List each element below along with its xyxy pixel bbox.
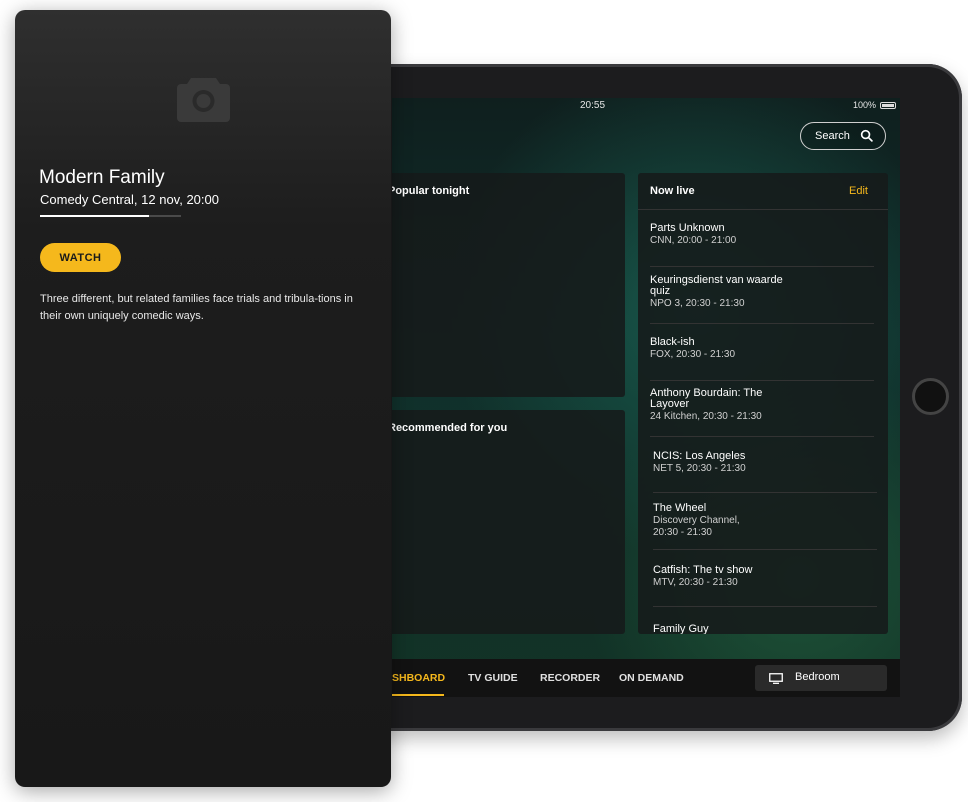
live-item[interactable]: Family Guy [653, 623, 877, 635]
search-icon [860, 129, 873, 142]
program-description: Three different, but related families fa… [40, 293, 353, 322]
live-item[interactable]: Black-ish FOX, 20:30 - 21:30 [650, 337, 874, 381]
live-item[interactable]: Parts Unknown CNN, 20:00 - 21:00 [650, 223, 874, 267]
now-live-title: Now live [650, 185, 695, 197]
live-item-sub: NET 5, 20:30 - 21:30 [653, 463, 746, 474]
battery-label: 100% [852, 100, 876, 110]
live-item[interactable]: Keuringsdienst van waarde quiz NPO 3, 20… [650, 275, 874, 324]
edit-button[interactable]: Edit [849, 185, 868, 197]
tv-icon [769, 673, 783, 684]
battery-icon [880, 101, 896, 109]
live-item[interactable]: NCIS: Los Angeles NET 5, 20:30 - 21:30 [653, 451, 877, 493]
live-item-name: Family Guy [653, 623, 709, 635]
live-item-sub: NPO 3, 20:30 - 21:30 [650, 298, 745, 309]
status-time: 20:55 [580, 100, 606, 111]
live-item-name: NCIS: Los Angeles [653, 450, 746, 462]
watch-button[interactable]: WATCH [40, 243, 121, 272]
tab-dashboard[interactable]: SHBOARD [392, 672, 445, 684]
live-item-name: Keuringsdienst van waarde quiz [650, 274, 783, 297]
search-label: Search [815, 130, 850, 142]
status-battery: 100% [853, 100, 896, 110]
tablet-screen: 20:55 100% Search Popular tonight Recomm… [392, 98, 900, 697]
live-item-name: Catfish: The tv show [653, 564, 753, 576]
device-selector-button[interactable]: Bedroom [755, 665, 887, 691]
live-item[interactable]: Anthony Bourdain: The Layover 24 Kitchen… [650, 388, 874, 437]
live-item-sub: CNN, 20:00 - 21:00 [650, 235, 737, 246]
recommended-panel[interactable]: Recommended for you [392, 410, 625, 634]
program-detail-card: Modern Family Comedy Central, 12 nov, 20… [15, 10, 391, 787]
home-button[interactable] [912, 378, 949, 415]
program-meta: Comedy Central, 12 nov, 20:00 [40, 192, 219, 207]
recommended-title: Recommended for you [392, 422, 508, 434]
camera-icon [177, 78, 230, 122]
popular-tonight-title: Popular tonight [392, 185, 470, 197]
program-progress [40, 215, 181, 217]
program-title: Modern Family [39, 167, 165, 188]
active-tab-indicator [392, 694, 444, 696]
device-label: Bedroom [795, 671, 840, 683]
live-item-name: Anthony Bourdain: The Layover [650, 387, 763, 410]
live-item-name: Parts Unknown [650, 222, 725, 234]
program-progress-fill [40, 215, 149, 217]
bottom-nav: SHBOARD TV GUIDE RECORDER ON DEMAND Bedr… [392, 659, 900, 697]
live-item-sub: FOX, 20:30 - 21:30 [650, 349, 736, 360]
live-item-sub: Discovery Channel, 20:30 - 21:30 [653, 515, 740, 538]
live-item-sub: 24 Kitchen, 20:30 - 21:30 [650, 411, 762, 422]
live-item[interactable]: The Wheel Discovery Channel, 20:30 - 21:… [653, 503, 877, 550]
tab-tv-guide[interactable]: TV GUIDE [468, 672, 518, 684]
live-item-sub: MTV, 20:30 - 21:30 [653, 577, 738, 588]
popular-tonight-panel[interactable]: Popular tonight [392, 173, 625, 397]
search-button[interactable]: Search [800, 122, 886, 150]
now-live-panel: Now live Edit Parts Unknown CNN, 20:00 -… [638, 173, 888, 634]
live-item-name: The Wheel [653, 502, 707, 514]
now-live-header: Now live Edit [638, 173, 888, 210]
live-item-name: Black-ish [650, 336, 695, 348]
tablet-device: 20:55 100% Search Popular tonight Recomm… [300, 64, 962, 731]
tab-on-demand[interactable]: ON DEMAND [619, 672, 684, 684]
live-item[interactable]: Catfish: The tv show MTV, 20:30 - 21:30 [653, 565, 877, 607]
tab-recorder[interactable]: RECORDER [540, 672, 600, 684]
